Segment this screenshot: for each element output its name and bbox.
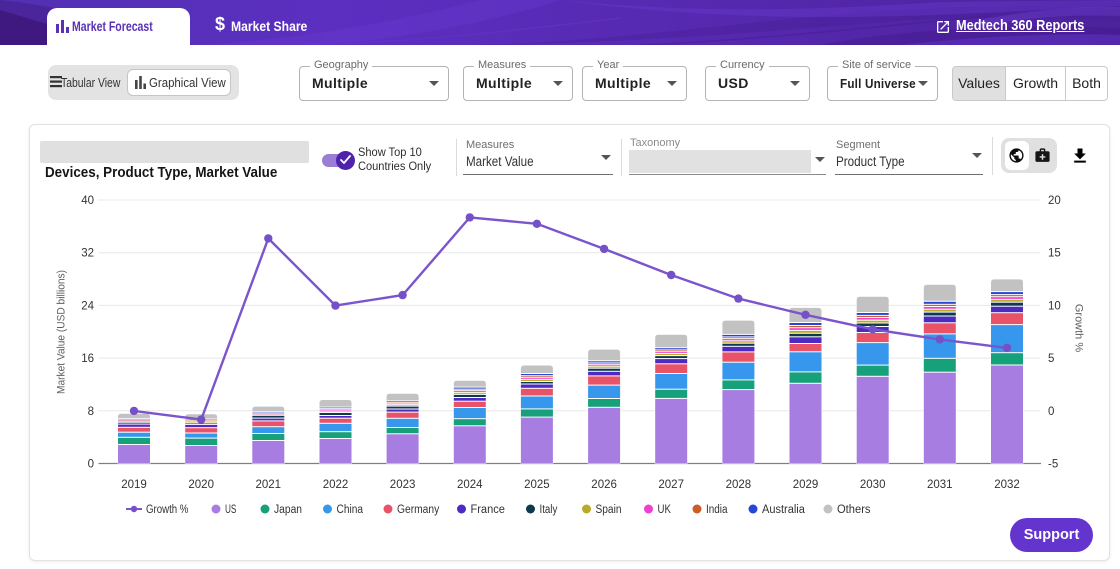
svg-text:Others: Others bbox=[837, 504, 871, 516]
svg-text:2027: 2027 bbox=[658, 479, 684, 491]
svg-text:2020: 2020 bbox=[188, 479, 214, 491]
svg-text:Market Value (USD billions): Market Value (USD billions) bbox=[56, 270, 68, 394]
svg-text:2029: 2029 bbox=[793, 479, 819, 491]
svg-text:US: US bbox=[225, 504, 237, 516]
svg-text:Italy: Italy bbox=[540, 504, 558, 516]
svg-text:2019: 2019 bbox=[121, 479, 147, 491]
svg-text:2028: 2028 bbox=[726, 479, 752, 491]
svg-text:2031: 2031 bbox=[927, 479, 953, 491]
svg-text:16: 16 bbox=[81, 353, 94, 365]
svg-text:UK: UK bbox=[658, 504, 672, 516]
svg-text:Germany: Germany bbox=[397, 504, 439, 516]
svg-text:Growth %: Growth % bbox=[1073, 304, 1085, 353]
svg-text:2024: 2024 bbox=[457, 479, 483, 491]
svg-text:2022: 2022 bbox=[323, 479, 349, 491]
svg-text:8: 8 bbox=[88, 406, 94, 418]
svg-text:0: 0 bbox=[88, 459, 94, 471]
svg-text:2026: 2026 bbox=[591, 479, 617, 491]
svg-text:15: 15 bbox=[1048, 248, 1061, 260]
svg-text:2032: 2032 bbox=[994, 479, 1020, 491]
svg-text:40: 40 bbox=[81, 195, 94, 207]
svg-text:2021: 2021 bbox=[256, 479, 282, 491]
svg-text:20: 20 bbox=[1048, 195, 1061, 207]
svg-text:India: India bbox=[706, 504, 728, 516]
svg-text:2025: 2025 bbox=[524, 479, 550, 491]
svg-text:0: 0 bbox=[1048, 406, 1054, 418]
svg-text:2023: 2023 bbox=[390, 479, 416, 491]
svg-text:24: 24 bbox=[81, 300, 94, 312]
svg-text:5: 5 bbox=[1048, 353, 1054, 365]
svg-text:France: France bbox=[471, 504, 505, 516]
svg-text:Growth %: Growth % bbox=[146, 504, 188, 516]
svg-text:Japan: Japan bbox=[274, 504, 302, 516]
svg-text:-5: -5 bbox=[1048, 459, 1058, 471]
svg-text:2030: 2030 bbox=[860, 479, 886, 491]
svg-text:China: China bbox=[337, 504, 364, 516]
svg-text:Spain: Spain bbox=[596, 504, 622, 516]
svg-text:32: 32 bbox=[81, 248, 94, 260]
svg-text:10: 10 bbox=[1048, 300, 1061, 312]
svg-text:Australia: Australia bbox=[762, 504, 805, 516]
